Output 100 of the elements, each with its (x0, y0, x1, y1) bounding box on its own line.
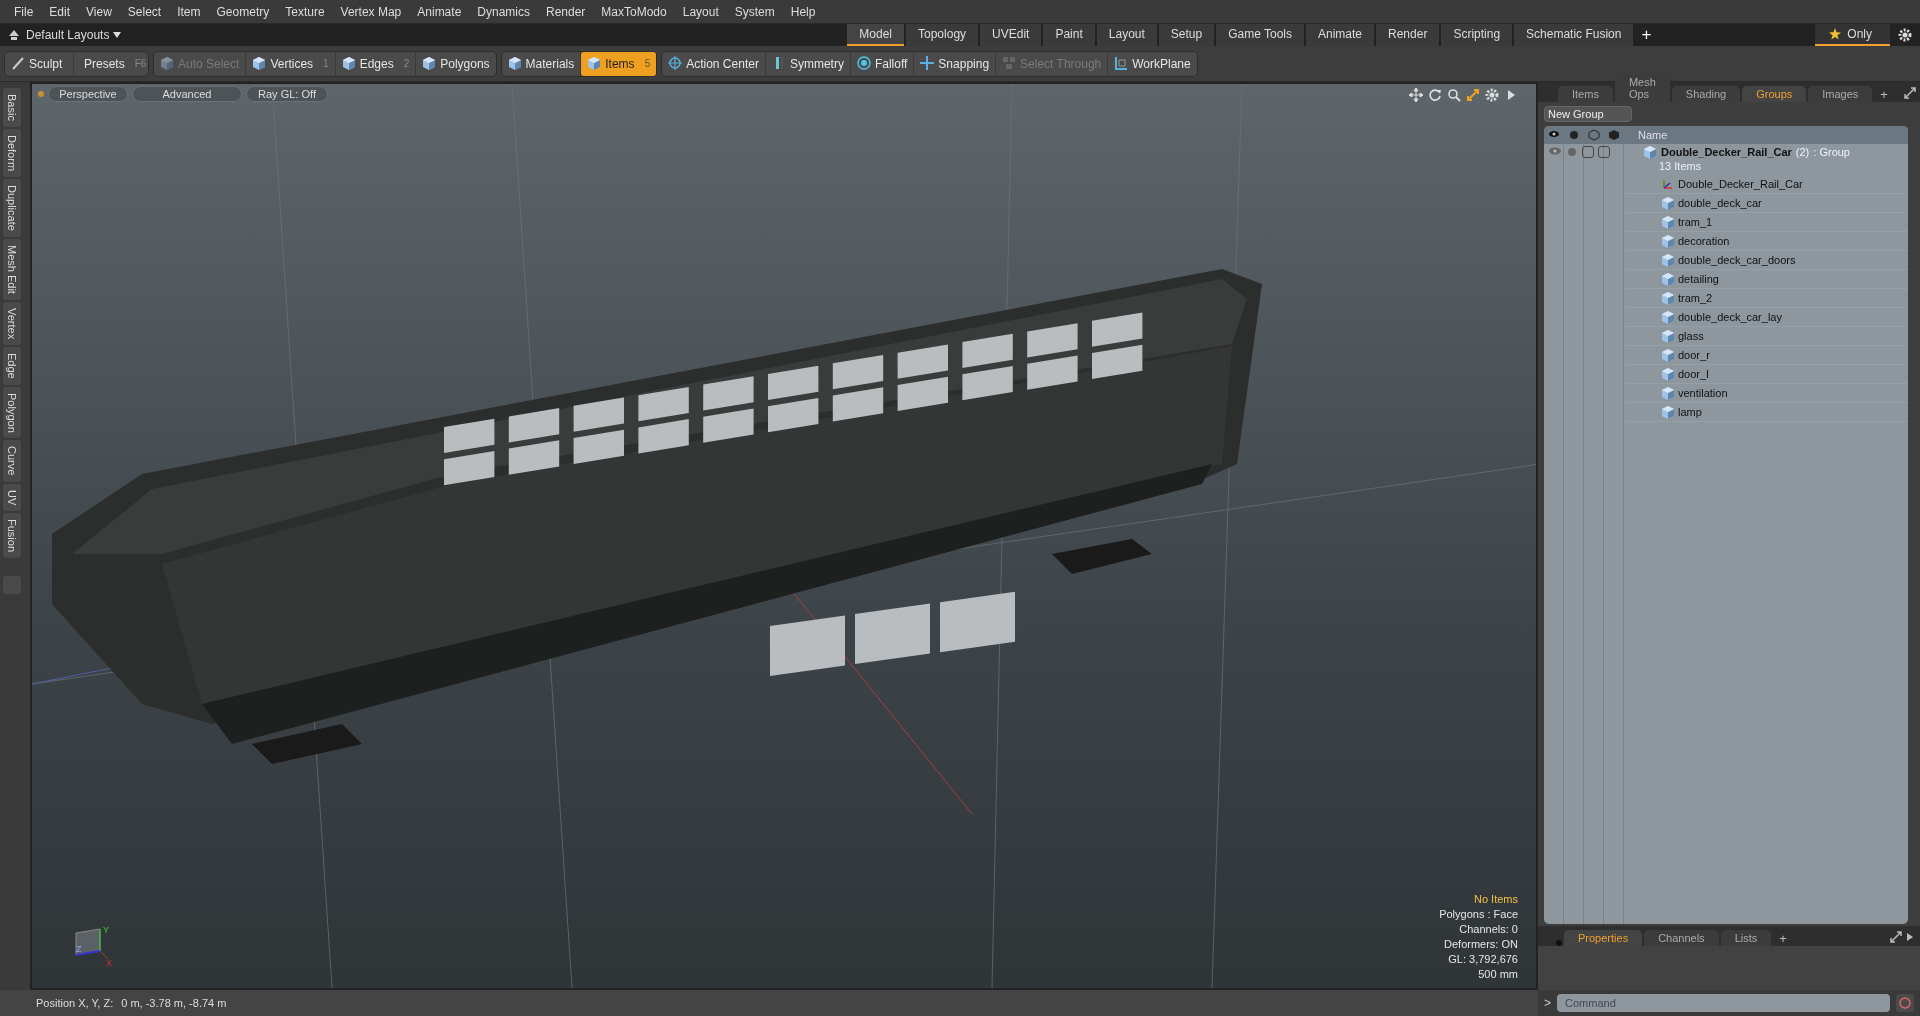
panel-tab[interactable]: Images (1808, 86, 1873, 102)
panel-tab[interactable]: Properties (1564, 930, 1643, 946)
layout-dropdown[interactable]: Default Layouts (0, 24, 132, 46)
panel-tab[interactable]: Channels (1644, 930, 1719, 946)
home-icon[interactable] (8, 29, 20, 41)
layout-tab[interactable]: UVEdit (980, 24, 1042, 46)
move-icon[interactable] (1409, 88, 1423, 102)
tree-item[interactable]: tram_1 (1678, 216, 1713, 228)
layout-tab[interactable]: Animate (1306, 24, 1374, 46)
expand-icon[interactable] (1890, 931, 1902, 943)
side-tab[interactable]: Fusion (3, 513, 21, 559)
tool-button[interactable]: Symmetry (765, 51, 851, 76)
panel-tab[interactable]: Shading (1671, 86, 1741, 102)
layout-tab[interactable]: Topology (906, 24, 979, 46)
command-prompt: > (1544, 996, 1551, 1010)
panel-tab[interactable]: Items (1558, 86, 1613, 102)
layout-tab[interactable]: Render (1376, 24, 1440, 46)
tree-item[interactable]: double_deck_car_lay (1678, 311, 1782, 323)
menu-item[interactable]: View (78, 0, 120, 24)
settings-icon[interactable] (1898, 28, 1912, 42)
add-tab-button[interactable]: + (1773, 931, 1793, 946)
viewport-button[interactable]: Perspective (48, 86, 128, 102)
command-field[interactable]: Command (1557, 994, 1890, 1012)
tree-item[interactable]: lamp (1678, 406, 1702, 418)
side-tab[interactable]: Vertex (3, 301, 21, 345)
tree-item[interactable]: glass (1678, 330, 1704, 342)
side-tab[interactable]: Deform (3, 128, 21, 177)
position-label: Position X, Y, Z: (36, 997, 114, 1009)
tool-button[interactable]: Action Center (662, 51, 766, 76)
viewport-button[interactable]: Advanced (132, 86, 242, 102)
tool-button[interactable]: WorkPlane (1108, 51, 1197, 76)
play-icon[interactable] (1906, 931, 1914, 943)
tool-button[interactable]: Sculpt (5, 51, 74, 76)
menu-item[interactable]: MaxToModo (593, 0, 675, 24)
cube-icon (1661, 385, 1675, 401)
tool-button[interactable]: Polygons (416, 51, 496, 76)
side-tab[interactable]: Mesh Edit (3, 238, 21, 300)
side-tab[interactable]: Duplicate (3, 178, 21, 237)
record-button[interactable] (1896, 994, 1914, 1012)
tool-button[interactable]: Snapping (914, 51, 997, 76)
menu-item[interactable]: Dynamics (469, 0, 538, 24)
workplane-icon (1114, 56, 1129, 71)
menu-item[interactable]: Item (169, 0, 209, 24)
tree-item[interactable]: double_deck_car_doors (1678, 254, 1796, 266)
menu-item[interactable]: Help (782, 0, 824, 24)
zoom-icon[interactable] (1447, 88, 1461, 102)
tool-button[interactable]: Falloff (850, 51, 915, 76)
maximize-icon[interactable] (1466, 88, 1480, 102)
tree-item[interactable]: door_r (1678, 349, 1710, 361)
layout-tab[interactable]: Game Tools (1216, 24, 1304, 46)
tree-item[interactable]: tram_2 (1678, 292, 1713, 304)
tree-item[interactable]: detailing (1678, 273, 1719, 285)
new-group-button[interactable]: New Group (1544, 106, 1632, 122)
column-header[interactable]: Name (1624, 129, 1668, 141)
menu-item[interactable]: Layout (674, 0, 727, 24)
layout-tab[interactable]: Model (847, 24, 904, 46)
checkbox[interactable] (1582, 146, 1594, 158)
cube-icon (422, 56, 437, 71)
tool-button[interactable]: Presets F6 (74, 51, 148, 76)
group-count: (2) (1795, 146, 1810, 158)
layout-tab[interactable]: Setup (1158, 24, 1215, 46)
layout-tab[interactable]: Scripting (1441, 24, 1513, 46)
group-name[interactable]: Double_Decker_Rail_Car (1661, 146, 1792, 158)
menu-item[interactable]: Edit (41, 0, 79, 24)
menu-item[interactable]: Texture (277, 0, 333, 24)
menu-item[interactable]: Vertex Map (332, 0, 410, 24)
tree-item[interactable]: decoration (1678, 235, 1730, 247)
panel-tab[interactable]: Groups (1742, 86, 1807, 102)
side-tab[interactable]: Basic (3, 88, 21, 127)
viewport-info-text: GL: 3,792,676 (1448, 952, 1518, 967)
render-icon[interactable] (1568, 129, 1580, 141)
layout-tab[interactable]: Paint (1043, 24, 1095, 46)
tree-item[interactable]: double_deck_car (1678, 197, 1762, 209)
rotate-icon[interactable] (1428, 88, 1442, 102)
menu-item[interactable]: Animate (409, 0, 470, 24)
tree-item[interactable]: door_l (1678, 368, 1709, 380)
checkbox[interactable] (1598, 146, 1610, 158)
menu-item[interactable]: Render (538, 0, 594, 24)
cube-icon (1661, 252, 1675, 268)
viewport-button[interactable]: Ray GL: Off (246, 86, 328, 102)
add-tab-button[interactable]: + (1633, 24, 1660, 46)
layout-tab[interactable]: Layout (1096, 24, 1157, 46)
menu-item[interactable]: System (726, 0, 783, 24)
tool-button[interactable]: Items 5 (581, 51, 657, 76)
tree-item[interactable]: ventilation (1678, 387, 1728, 399)
menu-item[interactable]: File (6, 0, 42, 24)
cube-outline-icon[interactable] (1608, 129, 1620, 141)
menu-item[interactable]: Geometry (208, 0, 278, 24)
side-tab[interactable]: UV (3, 483, 21, 512)
add-tab-button[interactable]: + (1874, 87, 1894, 102)
only-button[interactable]: Only (1815, 24, 1890, 46)
cube-outline-icon[interactable] (1588, 129, 1600, 141)
tree-item[interactable]: Double_Decker_Rail_Car (1678, 178, 1803, 190)
side-tab[interactable]: Curve (3, 440, 21, 482)
side-tab[interactable]: Edge (3, 346, 21, 385)
side-tab[interactable]: Polygon (3, 386, 21, 439)
layout-tab[interactable]: Schematic Fusion (1514, 24, 1634, 46)
expand-icon[interactable] (1903, 87, 1916, 99)
menu-item[interactable]: Select (119, 0, 170, 24)
panel-tab[interactable]: Lists (1720, 930, 1772, 946)
